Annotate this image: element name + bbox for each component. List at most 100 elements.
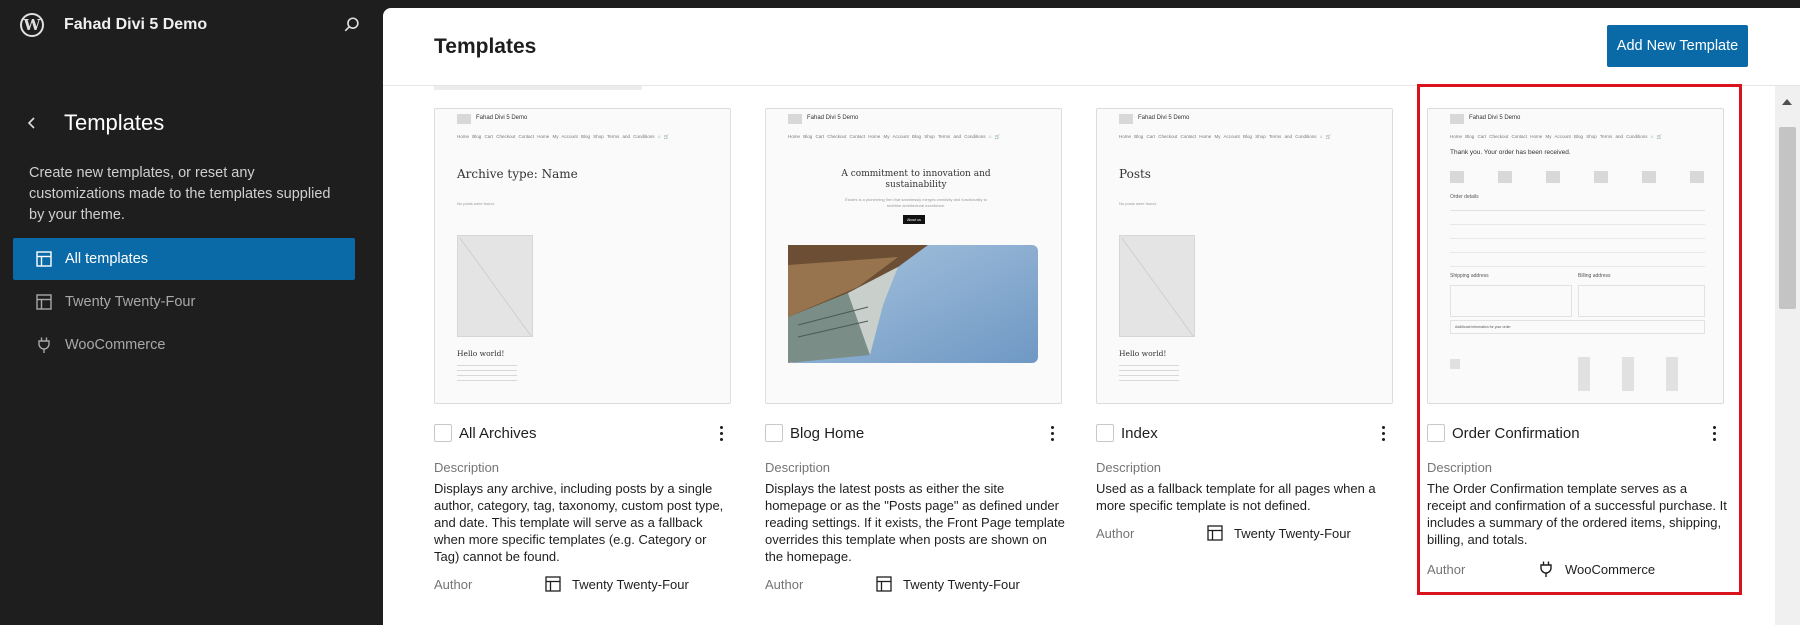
layout-icon bbox=[876, 576, 892, 592]
layout-icon bbox=[36, 251, 52, 267]
card-title[interactable]: Order Confirmation bbox=[1452, 425, 1704, 442]
preview-footer-links bbox=[1578, 357, 1705, 391]
sidebar-item-label: All templates bbox=[65, 251, 149, 267]
select-checkbox[interactable] bbox=[765, 424, 783, 442]
sidebar: W Fahad Divi 5 Demo Templates Create new… bbox=[0, 0, 383, 625]
preview-billing-label: Billing address bbox=[1578, 273, 1611, 279]
author-row: Author WooCommerce bbox=[1427, 560, 1724, 578]
preview-site-name: Fahad Divi 5 Demo bbox=[1469, 115, 1521, 121]
card-title[interactable]: Index bbox=[1121, 425, 1373, 442]
card-title-row: Blog Home bbox=[765, 421, 1062, 445]
preview-site-name: Fahad Divi 5 Demo bbox=[807, 115, 859, 121]
preview-logo bbox=[457, 114, 471, 124]
author-value: Twenty Twenty-Four bbox=[1234, 525, 1351, 541]
more-actions-icon[interactable] bbox=[1373, 423, 1393, 443]
preview-hero-heading: A commitment to innovation and sustainab… bbox=[841, 169, 991, 190]
template-card-order-confirmation[interactable]: Fahad Divi 5 Demo Home Blog Cart Checkou… bbox=[1427, 108, 1727, 577]
plug-icon bbox=[1540, 561, 1552, 577]
preview-no-posts: No posts were found. bbox=[1119, 201, 1157, 206]
author-label: Author bbox=[434, 576, 473, 592]
select-checkbox[interactable] bbox=[434, 424, 452, 442]
template-preview[interactable]: Fahad Divi 5 Demo Home Blog Cart Checkou… bbox=[1096, 108, 1393, 404]
sidebar-header: Templates bbox=[24, 110, 164, 136]
chevron-left-icon[interactable] bbox=[24, 115, 40, 131]
preview-nav: Home Blog Cart Checkout Contact Home My … bbox=[1119, 134, 1332, 139]
card-description: Used as a fallback template for all page… bbox=[1096, 481, 1376, 513]
preview-billing-box bbox=[1578, 285, 1705, 317]
preview-post-meta bbox=[1119, 363, 1179, 381]
preview-logo bbox=[1119, 114, 1133, 124]
preview-shipping-label: Shipping address bbox=[1450, 273, 1489, 279]
scrolled-filter-bar bbox=[434, 86, 642, 90]
preview-order-details: Order details bbox=[1450, 194, 1479, 200]
description-label: Description bbox=[434, 460, 500, 475]
sidebar-item-all-templates[interactable]: All templates bbox=[13, 238, 355, 280]
preview-site-name: Fahad Divi 5 Demo bbox=[1138, 115, 1190, 121]
more-actions-icon[interactable] bbox=[711, 423, 731, 443]
main-content: Templates Add New Template Fahad Divi 5 … bbox=[383, 8, 1800, 625]
layout-icon bbox=[545, 576, 561, 592]
select-checkbox[interactable] bbox=[1427, 424, 1445, 442]
author-value: Twenty Twenty-Four bbox=[903, 576, 1020, 592]
preview-nav: Home Blog Cart Checkout Contact Home My … bbox=[788, 134, 1001, 139]
description-label: Description bbox=[1096, 460, 1162, 475]
preview-no-posts: No posts were found. bbox=[457, 201, 495, 206]
wordpress-logo-icon[interactable]: W bbox=[20, 13, 44, 37]
card-title-row: All Archives bbox=[434, 421, 731, 445]
select-checkbox[interactable] bbox=[1096, 424, 1114, 442]
template-preview[interactable]: Fahad Divi 5 Demo Home Blog Cart Checkou… bbox=[434, 108, 731, 404]
author-value: WooCommerce bbox=[1565, 561, 1656, 577]
scrollbar[interactable] bbox=[1775, 86, 1800, 625]
preview-order-heading: Thank you. Your order has been received. bbox=[1450, 149, 1571, 156]
author-row: Author Twenty Twenty-Four bbox=[434, 575, 731, 593]
preview-post-title: Hello world! bbox=[457, 349, 505, 358]
template-card-all-archives[interactable]: Fahad Divi 5 Demo Home Blog Cart Checkou… bbox=[434, 108, 731, 592]
card-title-row: Index bbox=[1096, 421, 1393, 445]
preview-logo bbox=[788, 114, 802, 124]
site-header: W Fahad Divi 5 Demo bbox=[20, 10, 363, 40]
site-name[interactable]: Fahad Divi 5 Demo bbox=[64, 16, 207, 34]
preview-heading: Posts bbox=[1119, 167, 1151, 181]
preview-shipping-box bbox=[1450, 285, 1572, 317]
search-icon[interactable] bbox=[343, 16, 361, 34]
preview-heading: Archive type: Name bbox=[457, 167, 578, 181]
preview-logo bbox=[1450, 114, 1464, 124]
more-actions-icon[interactable] bbox=[1042, 423, 1062, 443]
template-card-index[interactable]: Fahad Divi 5 Demo Home Blog Cart Checkou… bbox=[1096, 108, 1393, 541]
scrollbar-thumb[interactable] bbox=[1779, 127, 1796, 309]
card-title[interactable]: Blog Home bbox=[790, 425, 1042, 442]
template-card-blog-home[interactable]: Fahad Divi 5 Demo Home Blog Cart Checkou… bbox=[765, 108, 1065, 592]
sidebar-item-woocommerce[interactable]: WooCommerce bbox=[13, 324, 355, 366]
description-label: Description bbox=[765, 460, 831, 475]
preview-hero-subtitle: Études is a pioneering firm that seamles… bbox=[845, 197, 987, 208]
preview-footer-logo bbox=[1450, 359, 1460, 369]
card-description: Displays the latest posts as either the … bbox=[765, 481, 1065, 564]
sidebar-item-label: WooCommerce bbox=[65, 337, 166, 353]
template-preview[interactable]: Fahad Divi 5 Demo Home Blog Cart Checkou… bbox=[765, 108, 1062, 404]
author-value: Twenty Twenty-Four bbox=[572, 576, 689, 592]
layout-icon bbox=[36, 294, 52, 310]
sidebar-title: Templates bbox=[64, 110, 165, 135]
layout-icon bbox=[1207, 525, 1223, 541]
page-header: Templates Add New Template bbox=[383, 8, 1800, 86]
preview-post-meta bbox=[457, 363, 517, 381]
card-description: Displays any archive, including posts by… bbox=[434, 481, 724, 564]
preview-hero-image bbox=[788, 245, 1038, 363]
preview-image-placeholder bbox=[1119, 235, 1195, 337]
preview-order-meta bbox=[1450, 171, 1705, 183]
sidebar-item-twenty-twenty-four[interactable]: Twenty Twenty-Four bbox=[13, 281, 355, 323]
card-title-row: Order Confirmation bbox=[1427, 421, 1724, 445]
author-row: Author Twenty Twenty-Four bbox=[1096, 524, 1393, 542]
templates-nav: All templates Twenty Twenty-Four WooComm… bbox=[13, 238, 355, 367]
more-actions-icon[interactable] bbox=[1704, 423, 1724, 443]
preview-order-table bbox=[1450, 210, 1705, 268]
card-title[interactable]: All Archives bbox=[459, 425, 711, 442]
sidebar-item-label: Twenty Twenty-Four bbox=[65, 294, 196, 310]
author-label: Author bbox=[765, 576, 804, 592]
preview-site-name: Fahad Divi 5 Demo bbox=[476, 115, 528, 121]
add-new-template-button[interactable]: Add New Template bbox=[1607, 25, 1748, 67]
scroll-up-arrow-icon[interactable] bbox=[1782, 99, 1792, 105]
author-row: Author Twenty Twenty-Four bbox=[765, 575, 1062, 593]
page-title: Templates bbox=[434, 35, 537, 58]
template-preview[interactable]: Fahad Divi 5 Demo Home Blog Cart Checkou… bbox=[1427, 108, 1724, 404]
